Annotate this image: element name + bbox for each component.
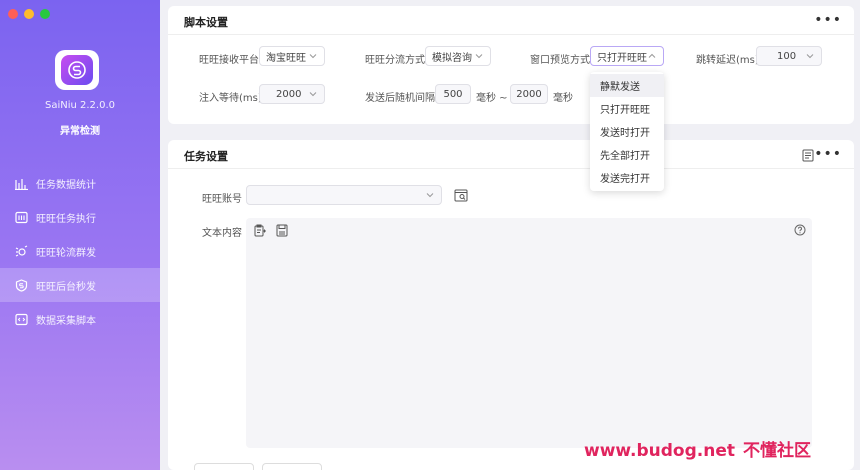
split-label: 旺旺分流方式 [365,55,425,66]
unit-label: 毫秒 [553,93,573,104]
help-icon[interactable] [794,224,806,236]
sidebar-item-task-stats[interactable]: 任务数据统计 [0,166,160,200]
minimize-window-button[interactable] [24,9,34,19]
close-window-button[interactable] [8,9,18,19]
dropdown-option-open-only[interactable]: 只打开旺旺 [590,97,664,120]
sidebar-item-label: 任务数据统计 [36,179,96,191]
jump-delay-select[interactable]: 100 [756,46,822,66]
interval-max-input[interactable]: 2000 [510,84,548,104]
paste-icon[interactable] [254,224,266,237]
preview-label: 窗口预览方式 [530,55,590,66]
text-content-label: 文本内容 [202,228,242,239]
sidebar: SaiNiu 2.2.0.0 异常检测 任务数据统计 旺旺任务执行 旺旺轮流群发… [0,0,160,470]
dropdown-option-open-after-send[interactable]: 发送完打开 [590,166,664,189]
sidebar-item-label: 数据采集脚本 [36,315,96,327]
watermark: www.budog.net 不懂社区 [584,436,811,461]
chevron-down-icon [309,92,317,97]
maximize-window-button[interactable] [40,9,50,19]
sidebar-item-data-collect[interactable]: 数据采集脚本 [0,302,160,336]
inject-wait-select[interactable]: 2000 [259,84,325,104]
card-title: 脚本设置 [184,16,228,29]
inject-wait-value: 2000 [276,88,302,100]
dropdown-option-open-on-send[interactable]: 发送时打开 [590,120,664,143]
chevron-up-icon [648,53,656,58]
window-search-icon[interactable] [454,189,468,202]
preview-select[interactable]: 只打开旺旺 [590,46,664,66]
sidebar-item-label: 旺旺后台秒发 [36,281,96,293]
status-label[interactable]: 异常检测 [0,122,160,137]
chevron-down-icon [426,193,434,198]
jump-delay-label: 跳转延迟(ms) [696,55,759,66]
sidebar-item-backend-send[interactable]: 旺旺后台秒发 [0,268,160,302]
platform-label: 旺旺接收平台 [199,55,259,66]
account-select[interactable] [246,185,442,205]
dropdown-option-open-all-first[interactable]: 先全部打开 [590,143,664,166]
unit-label: 毫秒 ~ [476,93,508,104]
sidebar-nav: 任务数据统计 旺旺任务执行 旺旺轮流群发 旺旺后台秒发 数据采集脚本 [0,166,160,336]
chevron-down-icon [309,54,317,59]
shield-icon [14,278,28,292]
chevron-down-icon [475,54,483,59]
save-icon[interactable] [276,224,288,237]
bar-chart-icon [14,176,28,190]
sidebar-item-label: 旺旺轮流群发 [36,247,96,259]
watermark-text: 不懂社区 [743,441,811,461]
broadcast-icon [14,244,28,258]
interval-min-input[interactable]: 500 [435,84,471,104]
inject-wait-label: 注入等待(ms) [199,93,262,104]
chevron-down-icon [806,54,814,59]
interval-label: 发送后随机间隔 [365,93,435,104]
sidebar-item-label: 旺旺任务执行 [36,213,96,225]
split-value: 模拟咨询 [432,52,472,64]
split-select[interactable]: 模拟咨询 [425,46,491,66]
app-logo [55,50,99,90]
preview-value: 只打开旺旺 [597,52,647,64]
account-label: 旺旺账号 [202,194,242,205]
divider [168,34,854,35]
text-content-area[interactable] [246,218,812,448]
dropdown-option-silent[interactable]: 静默发送 [590,74,664,97]
more-icon[interactable]: ••• [814,12,842,28]
platform-value: 淘宝旺旺 [266,52,306,64]
bottom-button-2[interactable] [262,463,322,470]
watermark-url: www.budog.net [584,441,735,461]
code-icon [14,312,28,326]
divider [168,168,854,169]
platform-select[interactable]: 淘宝旺旺 [259,46,325,66]
task-list-icon [14,210,28,224]
bottom-button-1[interactable] [194,463,254,470]
more-icon[interactable]: ••• [814,146,842,162]
sidebar-item-broadcast[interactable]: 旺旺轮流群发 [0,234,160,268]
card-title: 任务设置 [184,150,228,163]
preview-dropdown-menu: 静默发送 只打开旺旺 发送时打开 先全部打开 发送完打开 [590,72,664,191]
app-version: SaiNiu 2.2.0.0 [44,100,115,111]
document-icon[interactable] [802,149,814,162]
jump-delay-value: 100 [777,50,797,62]
window-controls [8,9,50,19]
sidebar-item-task-exec[interactable]: 旺旺任务执行 [0,200,160,234]
